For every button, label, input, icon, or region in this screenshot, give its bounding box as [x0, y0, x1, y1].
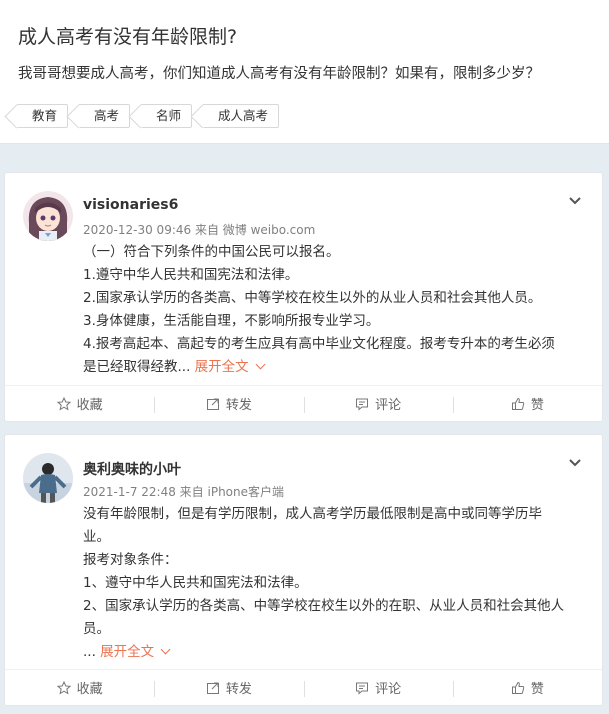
favorite-button[interactable]: 收藏	[5, 670, 154, 705]
question-description: 我哥哥想要成人高考，你们知道成人高考有没有年龄限制？如果有，限制多少岁？	[18, 66, 540, 82]
like-button[interactable]: 赞	[452, 386, 602, 421]
chevron-down-icon[interactable]	[566, 453, 584, 471]
answer-line: 2.国家承认学历的各类高、中等学校在校生以外的从业人员和社会其他人员。	[83, 290, 542, 306]
answer-line: 1、遵守中华人民共和国宪法和法律。	[83, 575, 308, 591]
chevron-down-icon	[255, 359, 266, 370]
answer-line: 2、国家承认学历的各类高、中等学校在校生以外的在职、从业人员和社会其他人	[83, 598, 565, 614]
star-icon	[56, 680, 71, 695]
avatar[interactable]	[23, 191, 73, 241]
star-icon	[56, 396, 71, 411]
answer-body: （一）符合下列条件的中国公民可以报名。 1.遵守中华人民共和国宪法和法律。 2.…	[83, 241, 583, 379]
tag-label: 成人高考	[218, 108, 269, 123]
repost-label: 转发	[225, 682, 252, 697]
tag-list: 教育 高考 名师 成人高考	[16, 104, 280, 128]
favorite-label: 收藏	[76, 682, 103, 697]
username[interactable]: visionaries6	[83, 197, 178, 213]
tag-adult-gaokao[interactable]: 成人高考	[202, 104, 280, 128]
question-title: 成人高考有没有年龄限制?	[18, 26, 238, 48]
answer-line: 1.遵守中华人民共和国宪法和法律。	[83, 267, 299, 283]
tag-label: 教育	[32, 108, 58, 123]
like-icon	[511, 397, 525, 410]
chevron-down-icon	[160, 644, 171, 655]
tag-label: 高考	[94, 108, 120, 123]
expand-label: 展开全文	[100, 644, 155, 660]
repost-icon	[206, 682, 219, 694]
action-bar: 收藏 转发 评论 赞	[5, 669, 602, 705]
repost-button[interactable]: 转发	[154, 670, 303, 705]
comment-label: 评论	[375, 682, 402, 697]
comment-label: 评论	[375, 398, 402, 413]
post-meta: 2021-1-7 22:48 来自 iPhone客户端	[83, 485, 285, 499]
like-button[interactable]: 赞	[452, 670, 602, 705]
tag-famous-teacher[interactable]: 名师	[140, 104, 193, 128]
answer-line: 员。	[83, 621, 110, 637]
expand-label: 展开全文	[194, 359, 249, 375]
answer-card: visionaries6 2020-12-30 09:46 来自 微博 weib…	[4, 172, 603, 422]
repost-label: 转发	[225, 398, 252, 413]
answer-last-line: 是已经取得经教... 展开全文	[83, 356, 583, 379]
comment-button[interactable]: 评论	[303, 386, 453, 421]
action-bar: 收藏 转发 评论 赞	[5, 385, 602, 421]
like-label: 赞	[530, 398, 544, 413]
answer-line: 4.报考高起本、高起专的考生应具有高中毕业文化程度。报考专升本的考生必须	[83, 336, 555, 352]
expand-full-text-link[interactable]: 展开全文	[100, 644, 171, 660]
favorite-label: 收藏	[76, 398, 103, 413]
answer-line: （一）符合下列条件的中国公民可以报名。	[83, 244, 340, 260]
tag-education[interactable]: 教育	[16, 104, 69, 128]
chevron-down-icon[interactable]	[566, 191, 584, 209]
tag-gaokao[interactable]: 高考	[78, 104, 131, 128]
username[interactable]: 奥利奥味的小叶	[83, 459, 181, 479]
answer-line: 是已经取得经教...	[83, 359, 191, 375]
answer-body: 没有年龄限制，但是有学历限制，成人高考学历最低限制是高中或同等学历毕 业。 报考…	[83, 503, 583, 664]
avatar[interactable]	[23, 453, 73, 503]
answer-card: 奥利奥味的小叶 2021-1-7 22:48 来自 iPhone客户端 没有年龄…	[4, 434, 603, 706]
favorite-button[interactable]: 收藏	[5, 386, 154, 421]
comment-icon	[356, 398, 369, 411]
answer-line: ...	[83, 644, 96, 660]
post-meta: 2020-12-30 09:46 来自 微博 weibo.com	[83, 223, 316, 237]
comment-icon	[356, 682, 369, 695]
repost-button[interactable]: 转发	[154, 386, 303, 421]
tag-label: 名师	[156, 108, 182, 123]
answer-line: 3.身体健康，生活能自理，不影响所报专业学习。	[83, 313, 380, 329]
like-icon	[511, 681, 525, 694]
repost-icon	[206, 398, 219, 410]
expand-full-text-link[interactable]: 展开全文	[194, 359, 266, 375]
answer-line: 业。	[83, 529, 110, 545]
question-card: 成人高考有没有年龄限制? 我哥哥想要成人高考，你们知道成人高考有没有年龄限制？如…	[0, 0, 609, 144]
answer-line: 报考对象条件：	[83, 552, 178, 568]
answer-line: 没有年龄限制，但是有学历限制，成人高考学历最低限制是高中或同等学历毕	[83, 506, 542, 522]
like-label: 赞	[530, 682, 544, 697]
comment-button[interactable]: 评论	[303, 670, 453, 705]
answer-last-line: ... 展开全文	[83, 641, 583, 664]
